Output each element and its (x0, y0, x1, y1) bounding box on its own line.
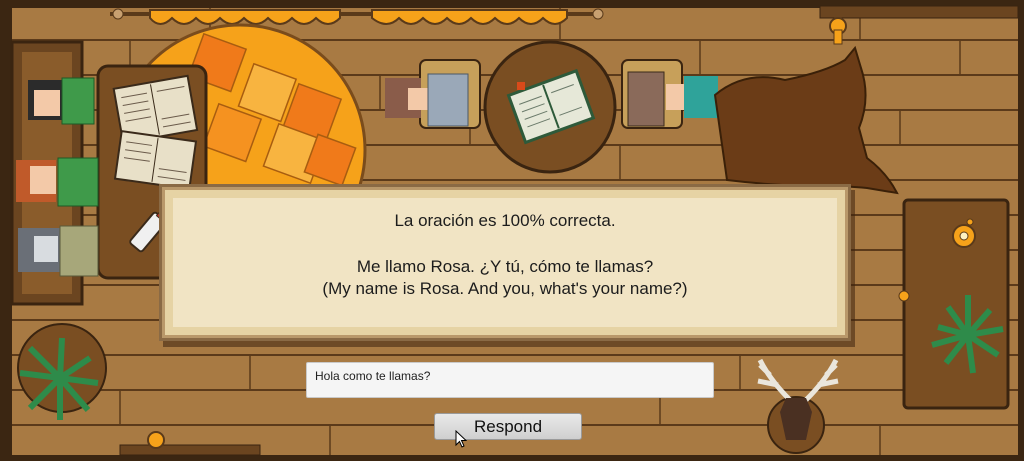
dialog-box: La oración es 100% correcta. Me llamo Ro… (165, 190, 845, 335)
mouse-cursor-icon (455, 430, 467, 448)
newspaper-icon (113, 129, 198, 191)
english-translation: (My name is Rosa. And you, what's your n… (322, 279, 688, 298)
character-gray-hair (18, 225, 99, 277)
verdict-text: La oración es 100% correcta. (394, 211, 616, 230)
spanish-sentence: Me llamo Rosa. ¿Y tú, cómo te llamas? (356, 257, 654, 276)
answer-input[interactable]: Hola como te llamas? (306, 362, 714, 398)
character-dark-hair (28, 77, 95, 125)
